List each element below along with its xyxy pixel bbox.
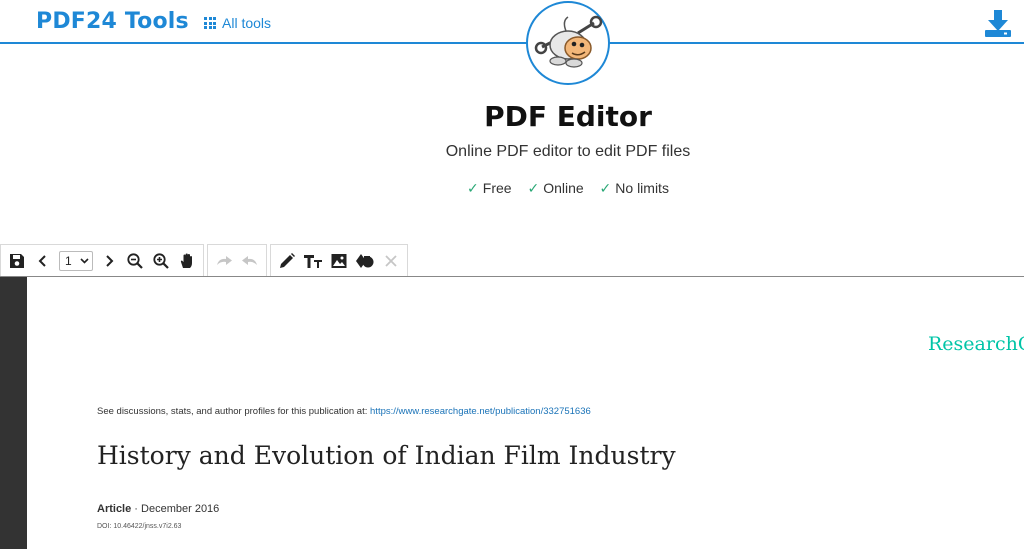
mascot-icon [534,15,603,68]
pan-hand-button[interactable] [174,248,200,274]
pdf-viewport[interactable]: ResearchG See discussions, stats, and au… [0,277,1024,549]
grid-icon [204,17,216,29]
publication-link[interactable]: https://www.researchgate.net/publication… [370,406,591,417]
feature-no-limits: ✓ No limits [599,180,669,196]
viewer-left-margin [0,277,27,549]
previous-page-button[interactable] [30,248,56,274]
redo-button[interactable] [211,248,237,274]
toolbar-group-history [207,244,267,276]
check-icon: ✓ [467,180,479,196]
toolbar-group-tools [270,244,408,276]
image-icon [331,253,347,268]
delete-button[interactable] [378,248,404,274]
page-title: PDF Editor [484,100,652,133]
toolbar-group-navigation: 1 [0,244,204,276]
page-select-value: 1 [65,253,72,268]
shapes-tool-button[interactable] [352,248,378,274]
all-tools-link[interactable]: All tools [204,15,271,31]
hand-icon [180,253,192,268]
editor-toolbar: 1 [0,244,411,276]
shapes-icon [356,253,374,268]
brand-logo[interactable]: PDF24 Tools [36,9,189,34]
save-icon [10,253,24,268]
check-icon: ✓ [527,180,540,196]
zoom-in-icon [153,252,169,269]
undo-icon [242,255,257,265]
feature-free: ✓ Free [467,180,512,196]
pdf-page[interactable]: ResearchG See discussions, stats, and au… [27,277,1024,549]
download-icon [985,10,1011,37]
feature-online: ✓ Online [527,180,584,196]
page-select[interactable]: 1 [59,250,93,271]
text-icon [304,254,322,268]
article-date: · December 2016 [131,503,220,515]
image-tool-button[interactable] [326,248,352,274]
article-type: Article [97,503,132,515]
feature-list: ✓ Free ✓ Online ✓ No limits [0,180,1024,197]
check-icon: ✓ [599,180,612,196]
save-button[interactable] [4,248,30,274]
all-tools-label: All tools [222,15,272,31]
pdf24-mascot-logo[interactable] [526,1,610,85]
see-discussions-line: See discussions, stats, and author profi… [97,406,591,417]
zoom-out-icon [127,252,143,269]
page-subtitle: Online PDF editor to edit PDF files [445,143,691,160]
pencil-icon [280,252,295,268]
researchgate-logo: ResearchG [928,333,1024,355]
zoom-out-button[interactable] [122,248,148,274]
chevron-down-icon [80,258,89,264]
draw-tool-button[interactable] [274,248,300,274]
zoom-in-button[interactable] [148,248,174,274]
article-meta: Article · December 2016 [97,503,219,515]
see-discussions-text: See discussions, stats, and author profi… [97,406,371,417]
undo-button[interactable] [237,248,263,274]
download-button[interactable] [984,8,1012,38]
next-page-button[interactable] [96,248,122,274]
chevron-left-icon [38,254,46,267]
close-icon [385,254,397,267]
paper-title: History and Evolution of Indian Film Ind… [97,441,676,470]
redo-icon [217,255,232,265]
top-header: PDF24 Tools All tools [0,0,1024,44]
doi-text: DOI: 10.46422/jnss.v7i2.63 [97,523,182,530]
chevron-right-icon [106,254,114,267]
text-tool-button[interactable] [300,248,326,274]
